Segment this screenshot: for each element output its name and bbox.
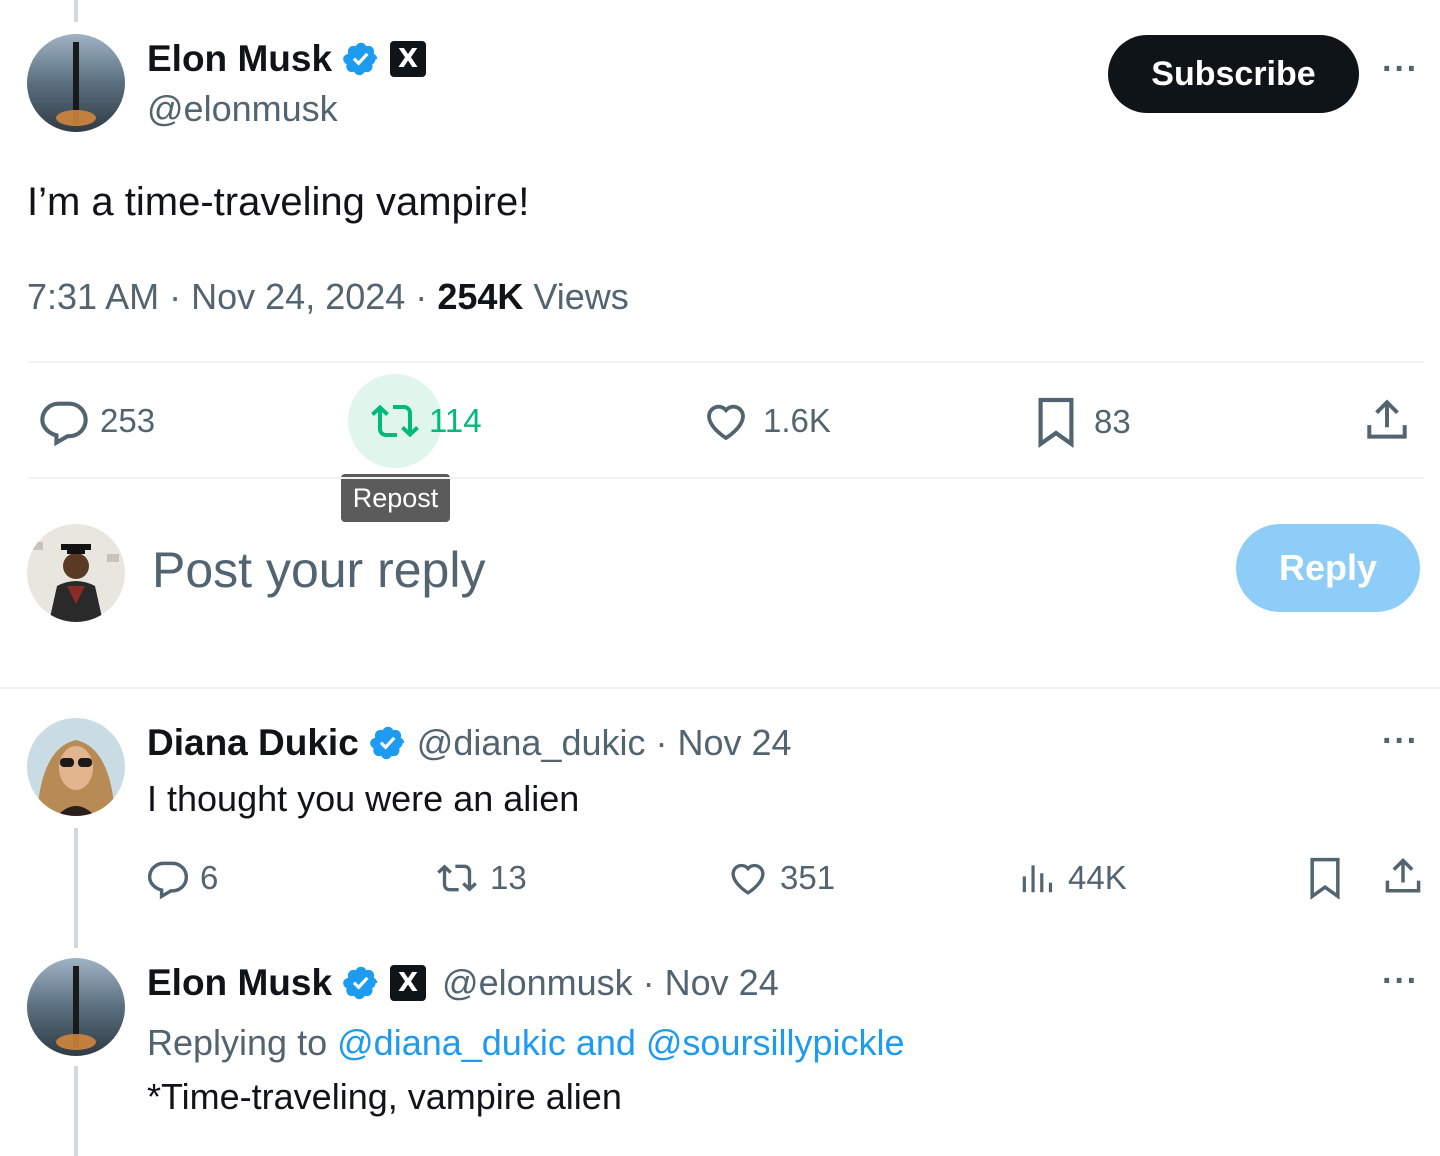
thread-line-top <box>74 0 78 22</box>
reply-avatar[interactable] <box>27 718 125 816</box>
verified-icon <box>343 966 378 1000</box>
reply-input[interactable] <box>152 535 1052 605</box>
more-options-icon[interactable]: ··· <box>1382 50 1419 89</box>
reply-author-name[interactable]: Diana Dukic <box>147 722 359 764</box>
thread-line-bottom <box>74 1066 78 1156</box>
divider <box>27 361 1424 363</box>
analytics-icon <box>1022 865 1053 893</box>
tweet-meta: 7:31 AM · Nov 24, 2024 · 254K Views <box>27 276 629 318</box>
bookmark-action[interactable] <box>1306 856 1344 900</box>
verified-icon <box>369 726 405 760</box>
more-options-icon[interactable]: ··· <box>1382 962 1419 1001</box>
reply-icon <box>147 861 189 900</box>
views-label: Views <box>533 276 629 317</box>
tweet-time[interactable]: 7:31 AM <box>27 276 159 317</box>
reply-button[interactable]: Reply <box>1236 524 1420 612</box>
repost-count: 114 <box>429 402 482 439</box>
heart-icon <box>731 863 765 895</box>
subscribe-button[interactable]: Subscribe <box>1108 35 1359 113</box>
tweet-date[interactable]: Nov 24, 2024 <box>191 276 405 317</box>
thread-line-reply <box>74 828 78 948</box>
bookmark-count: 83 <box>1094 403 1131 440</box>
replying-to-link[interactable]: @diana_dukic and @soursillypickle <box>337 1022 904 1063</box>
author-avatar[interactable] <box>27 34 125 132</box>
like-count: 351 <box>780 859 836 896</box>
divider <box>27 477 1424 479</box>
repost-action[interactable]: 114 <box>367 397 482 445</box>
repost-action[interactable]: 13 <box>434 858 527 898</box>
author-handle[interactable]: @elonmusk <box>147 88 338 130</box>
reply-header: Diana Dukic @diana_dukic · Nov 24 <box>147 722 792 764</box>
reply-author-handle[interactable]: @elonmusk <box>442 962 633 1004</box>
bookmark-action[interactable]: 83 <box>1034 395 1131 449</box>
reply-date[interactable]: Nov 24 <box>678 722 792 764</box>
reply-icon <box>40 401 88 447</box>
reply-count: 6 <box>200 859 219 896</box>
meta-separator: · <box>642 962 655 1003</box>
meta-separator: · <box>415 276 428 317</box>
views-count: 254K <box>437 276 524 317</box>
bookmark-icon <box>1038 397 1074 449</box>
share-action[interactable] <box>1381 855 1425 899</box>
x-affiliate-icon: X <box>390 965 427 1001</box>
repost-icon <box>437 864 477 892</box>
reply-action[interactable]: 6 <box>146 856 218 900</box>
verified-icon <box>343 42 378 76</box>
reply-text: I thought you were an alien <box>147 778 580 819</box>
replying-prefix: Replying to <box>147 1022 328 1063</box>
reply-action[interactable]: 253 <box>38 395 155 447</box>
x-affiliate-icon: X <box>390 41 427 77</box>
repost-tooltip: Repost <box>341 474 450 522</box>
tweet-text: I’m a time-traveling vampire! <box>27 180 530 224</box>
share-icon <box>1367 399 1407 439</box>
author-name-row: Elon Musk X <box>147 38 427 80</box>
reply-count: 253 <box>100 402 156 439</box>
share-icon <box>1385 858 1421 893</box>
more-options-icon[interactable]: ··· <box>1382 722 1419 761</box>
repost-icon <box>371 404 419 438</box>
reply-author-name[interactable]: Elon Musk <box>147 962 332 1004</box>
meta-separator: · <box>169 276 182 317</box>
like-action[interactable]: 1.6K <box>701 397 831 445</box>
heart-icon <box>707 404 745 441</box>
my-avatar[interactable] <box>27 524 125 622</box>
views-action[interactable]: 44K <box>1018 858 1127 898</box>
repost-count: 13 <box>490 859 527 896</box>
reply-text: *Time-traveling, vampire alien <box>147 1076 622 1117</box>
meta-separator: · <box>655 722 668 763</box>
replying-to: Replying to @diana_dukic and @soursillyp… <box>147 1022 905 1064</box>
reply-author-handle[interactable]: @diana_dukic <box>417 722 646 764</box>
reply-avatar[interactable] <box>27 958 125 1056</box>
views-count: 44K <box>1068 859 1127 896</box>
like-action[interactable]: 351 <box>726 857 835 899</box>
author-name[interactable]: Elon Musk <box>147 38 332 80</box>
reply-header: Elon Musk X @elonmusk · Nov 24 <box>147 962 779 1004</box>
share-action[interactable] <box>1362 396 1412 446</box>
like-count: 1.6K <box>763 402 831 439</box>
divider <box>0 687 1440 689</box>
bookmark-icon <box>1310 857 1340 900</box>
reply-date[interactable]: Nov 24 <box>665 962 779 1004</box>
